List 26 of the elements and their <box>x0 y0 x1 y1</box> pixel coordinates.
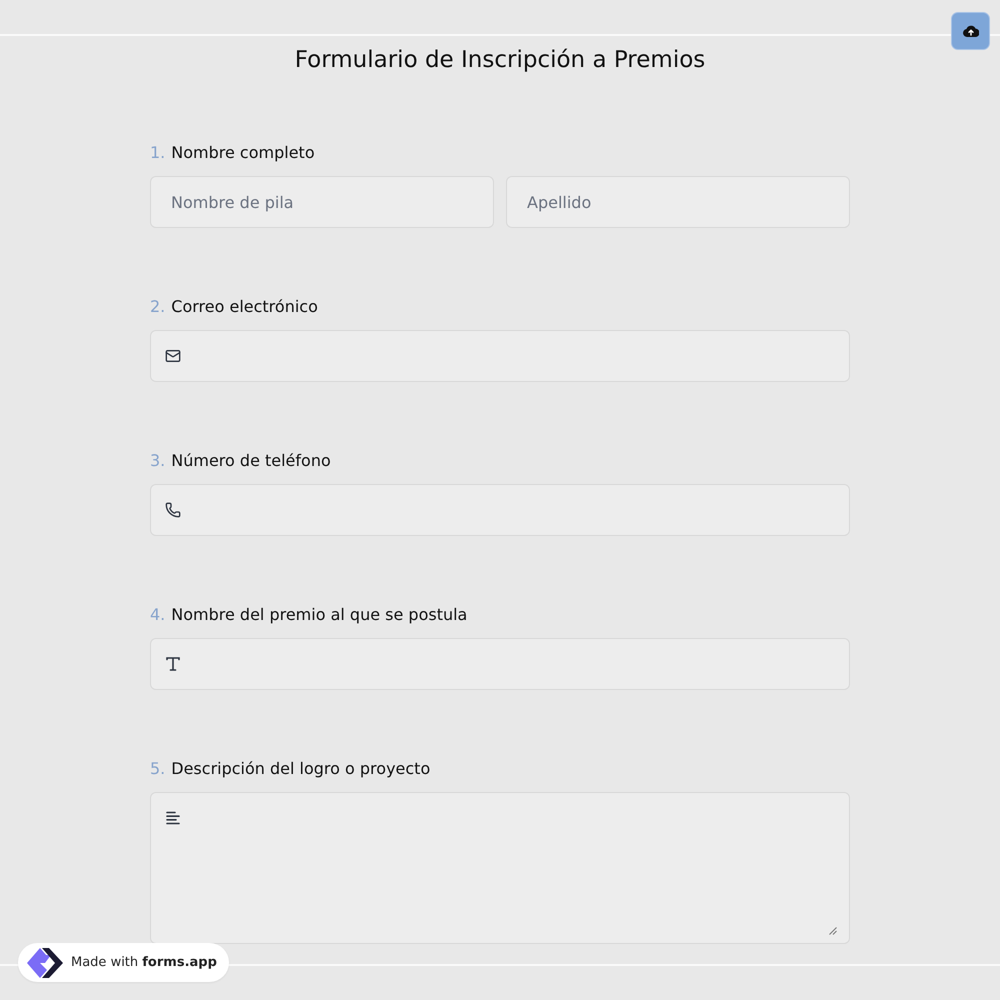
made-with-badge[interactable]: Made with forms.app <box>18 943 229 982</box>
email-field[interactable] <box>150 330 850 382</box>
phone-field[interactable] <box>150 484 850 536</box>
question-number: 5. <box>150 758 166 778</box>
question-label: Descripción del logro o proyecto <box>171 758 430 778</box>
input-field[interactable]: Nombre de pila <box>150 176 494 228</box>
phone-icon <box>165 502 181 518</box>
question-label: Número de teléfono <box>171 450 331 470</box>
question-number: 1. <box>150 142 166 162</box>
text-icon <box>165 656 181 672</box>
mail-icon <box>165 348 181 364</box>
input-field[interactable]: Apellido <box>506 176 850 228</box>
paragraph-icon <box>165 810 181 826</box>
question-label: Nombre del premio al que se postula <box>171 604 468 624</box>
cloud-upload-icon <box>962 25 978 37</box>
text-field[interactable] <box>150 638 850 690</box>
form-title: Formulario de Inscripción a Premios <box>294 46 706 75</box>
logo-icon <box>25 946 65 980</box>
question-number: 2. <box>150 296 166 316</box>
question-number: 4. <box>150 604 166 624</box>
resize-handle-icon[interactable] <box>829 927 837 935</box>
question-label: Nombre completo <box>171 142 315 162</box>
question-number: 3. <box>150 450 166 470</box>
upload-button[interactable] <box>951 12 990 50</box>
textarea-field[interactable] <box>150 792 850 944</box>
question-label: Correo electrónico <box>171 296 318 316</box>
